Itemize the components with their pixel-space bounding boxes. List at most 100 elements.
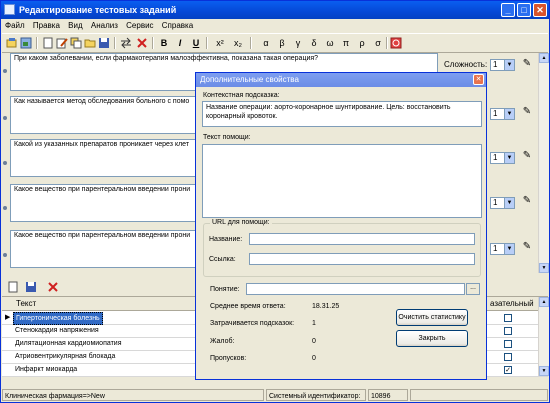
menu-bar: Файл Правка Вид Анализ Сервис Справка bbox=[2, 20, 548, 32]
toolbar-separator bbox=[386, 37, 388, 49]
toolbar-separator bbox=[206, 37, 208, 49]
scroll-up-icon[interactable]: ▲ bbox=[539, 297, 549, 307]
close-dialog-button[interactable]: Закрыть bbox=[396, 330, 468, 347]
image-icon[interactable] bbox=[20, 37, 32, 49]
question-marker bbox=[3, 161, 7, 165]
url-group: URL для помощи: Название: Ссылка: bbox=[203, 219, 481, 277]
new-icon[interactable] bbox=[42, 37, 54, 49]
menu-service[interactable]: Сервис bbox=[123, 20, 156, 32]
url-name-input[interactable] bbox=[249, 233, 475, 245]
mandatory-checkbox[interactable] bbox=[504, 314, 512, 322]
context-hint-label: Контекстная подсказка: bbox=[203, 92, 280, 99]
edit-pen-icon[interactable]: ✎ bbox=[520, 194, 534, 208]
grid-cell-text[interactable]: Инфаркт миокарда bbox=[15, 363, 77, 376]
mandatory-checkbox[interactable] bbox=[504, 353, 512, 361]
save-icon[interactable] bbox=[98, 37, 110, 49]
grid-cell-text[interactable]: Дилятационная кардиомиопатия bbox=[15, 337, 122, 350]
current-row-marker: ▶ bbox=[5, 314, 11, 321]
grid-cell-text[interactable]: Стенокардия напряжения bbox=[15, 324, 99, 337]
minimize-button[interactable]: _ bbox=[501, 3, 515, 17]
underline-button[interactable]: U bbox=[190, 37, 202, 49]
menu-edit[interactable]: Правка bbox=[30, 20, 63, 32]
help-text-field[interactable] bbox=[202, 144, 482, 218]
special-symbol-icon[interactable] bbox=[390, 37, 402, 49]
new-answer-icon[interactable] bbox=[7, 281, 19, 293]
superscript-button[interactable]: x² bbox=[212, 37, 228, 49]
concept-input[interactable] bbox=[246, 283, 465, 295]
italic-button[interactable]: I bbox=[174, 37, 186, 49]
toolbar-separator bbox=[250, 37, 252, 49]
edit-pen-icon[interactable]: ✎ bbox=[520, 149, 534, 163]
question-scrollbar[interactable]: ▲ ▼ bbox=[538, 53, 549, 273]
column-header-mandatory[interactable]: азательный bbox=[490, 299, 534, 308]
dialog-title-bar[interactable]: Дополнительные свойства ✕ bbox=[196, 73, 486, 87]
greek-pi-button[interactable]: π bbox=[340, 37, 352, 49]
dialog-close-icon[interactable]: ✕ bbox=[473, 74, 484, 85]
status-system-id-value: 10896 bbox=[368, 389, 408, 401]
complexity-label: Сложность: bbox=[444, 60, 488, 69]
avg-time-value: 18.31.25 bbox=[312, 303, 340, 310]
greek-gamma-button[interactable]: γ bbox=[292, 37, 304, 49]
status-empty-cell bbox=[410, 389, 548, 401]
mandatory-checkbox[interactable] bbox=[504, 340, 512, 348]
question-marker bbox=[3, 69, 7, 73]
greek-delta-button[interactable]: δ bbox=[308, 37, 320, 49]
edit-pen-icon[interactable]: ✎ bbox=[520, 57, 534, 71]
menu-file[interactable]: Файл bbox=[2, 20, 28, 32]
folder-icon[interactable] bbox=[84, 37, 96, 49]
menu-analysis[interactable]: Анализ bbox=[88, 20, 121, 32]
status-system-id-label: Системный идентификатор: bbox=[266, 389, 366, 401]
question-marker bbox=[3, 253, 7, 257]
edit-icon[interactable] bbox=[56, 37, 68, 49]
grid-scrollbar[interactable]: ▲ ▼ bbox=[538, 297, 549, 376]
maximize-button[interactable]: □ bbox=[517, 3, 531, 17]
link-label: Ссылка: bbox=[209, 256, 236, 263]
edit-pen-icon[interactable]: ✎ bbox=[520, 240, 534, 254]
help-text-label: Текст помощи: bbox=[203, 134, 251, 141]
edit-pen-icon[interactable]: ✎ bbox=[520, 105, 534, 119]
window-title: Редактирование тестовых заданий bbox=[19, 5, 177, 15]
greek-sigma-button[interactable]: σ bbox=[372, 37, 384, 49]
grid-cell-text[interactable]: Атриовентрикулярная блокада bbox=[15, 350, 115, 363]
greek-rho-button[interactable]: ρ bbox=[356, 37, 368, 49]
menu-view[interactable]: Вид bbox=[65, 20, 85, 32]
close-button[interactable]: ✕ bbox=[533, 3, 547, 17]
properties-dialog: Дополнительные свойства ✕ Контекстная по… bbox=[195, 72, 487, 380]
menu-help[interactable]: Справка bbox=[159, 20, 196, 32]
greek-beta-button[interactable]: β bbox=[276, 37, 288, 49]
bold-button[interactable]: B bbox=[158, 37, 170, 49]
open-icon[interactable] bbox=[6, 37, 18, 49]
scroll-down-icon[interactable]: ▼ bbox=[539, 366, 549, 376]
status-path: Клиническая фармация=>New bbox=[2, 389, 264, 401]
toolbar-separator bbox=[152, 37, 154, 49]
toolbar: B I U x² x₂ α β γ δ ω π ρ σ bbox=[2, 33, 548, 53]
subscript-button[interactable]: x₂ bbox=[230, 37, 246, 49]
skips-value: 0 bbox=[312, 355, 316, 362]
chevron-down-icon[interactable]: ▼ bbox=[504, 197, 515, 209]
transfer-icon[interactable] bbox=[120, 37, 132, 49]
chevron-down-icon[interactable]: ▼ bbox=[504, 152, 515, 164]
delete-answer-icon[interactable] bbox=[47, 281, 59, 293]
chevron-down-icon[interactable]: ▼ bbox=[504, 243, 515, 255]
context-hint-field[interactable]: Название операции: аорто-коронарное шунт… bbox=[202, 101, 482, 127]
mandatory-checkbox[interactable]: ✓ bbox=[504, 366, 512, 374]
toolbar-separator bbox=[36, 37, 38, 49]
scroll-down-icon[interactable]: ▼ bbox=[539, 263, 549, 273]
clear-statistics-button[interactable]: Очистить статистику bbox=[396, 309, 468, 326]
question-marker bbox=[3, 206, 7, 210]
save-answer-icon[interactable] bbox=[25, 281, 37, 293]
url-link-input[interactable] bbox=[249, 253, 475, 265]
column-header-text[interactable]: Текст bbox=[16, 299, 36, 308]
scroll-up-icon[interactable]: ▲ bbox=[539, 53, 549, 63]
concept-browse-button[interactable]: ... bbox=[466, 283, 480, 295]
mandatory-checkbox[interactable] bbox=[504, 327, 512, 335]
delete-icon[interactable] bbox=[136, 37, 148, 49]
chevron-down-icon[interactable]: ▼ bbox=[504, 59, 515, 71]
copy-icon[interactable] bbox=[70, 37, 82, 49]
avg-time-label: Среднее время ответа: bbox=[210, 303, 286, 310]
title-bar[interactable]: Редактирование тестовых заданий _ □ ✕ bbox=[1, 1, 549, 19]
greek-alpha-button[interactable]: α bbox=[260, 37, 272, 49]
question-marker bbox=[3, 116, 7, 120]
greek-omega-button[interactable]: ω bbox=[324, 37, 336, 49]
chevron-down-icon[interactable]: ▼ bbox=[504, 108, 515, 120]
